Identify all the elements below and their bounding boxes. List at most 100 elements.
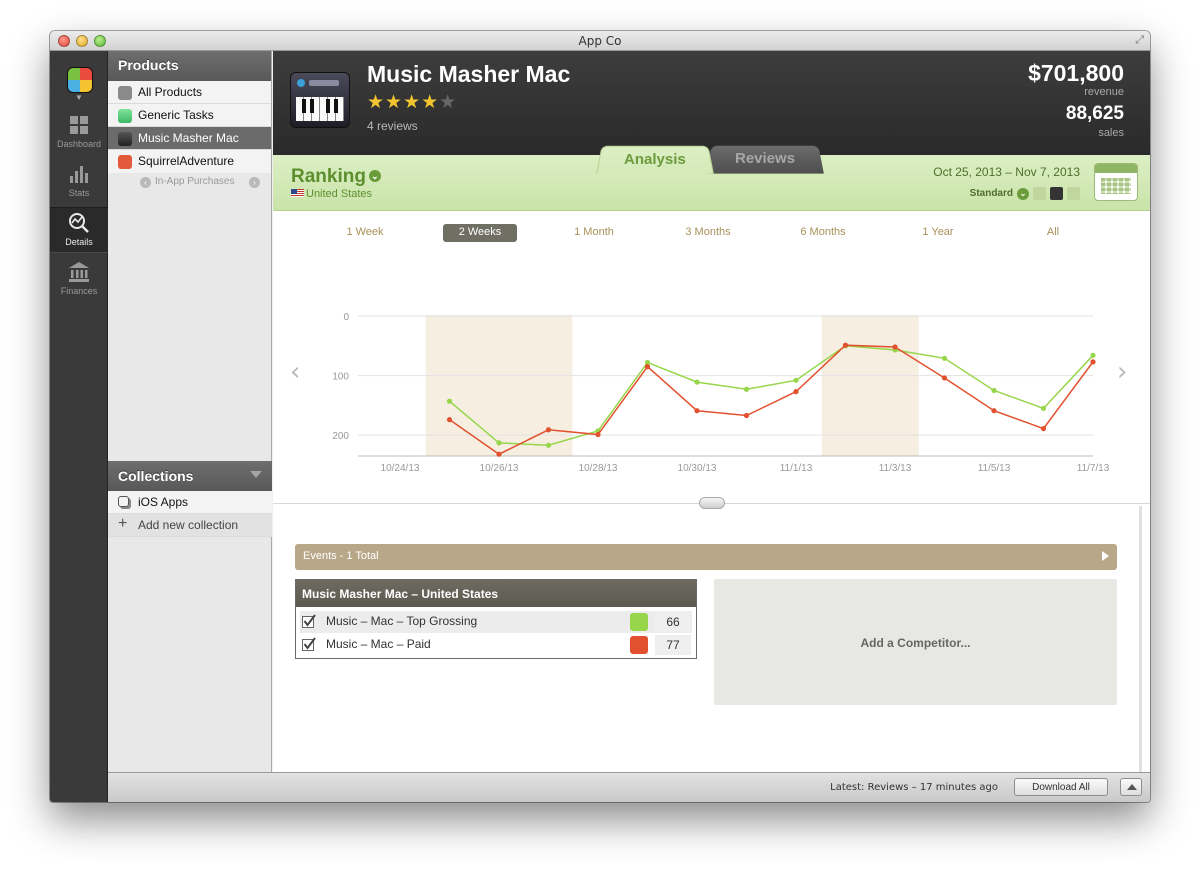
- squirrel-app-icon: [118, 155, 132, 169]
- range-3-months[interactable]: 3 Months: [671, 224, 745, 242]
- nav-label: Finances: [60, 286, 98, 296]
- ranking-title[interactable]: Ranking ⌄: [291, 166, 381, 188]
- product-title: Music Masher Mac: [367, 61, 571, 87]
- sidebar-item-all-products[interactable]: All Products: [108, 81, 271, 104]
- resize-handle[interactable]: [699, 497, 725, 509]
- data-point: [892, 344, 898, 350]
- data-point: [743, 386, 750, 392]
- bank-icon: [69, 262, 89, 282]
- color-swatch[interactable]: [630, 636, 648, 654]
- range-1-week[interactable]: 1 Week: [328, 224, 402, 242]
- calendar-icon[interactable]: [1094, 163, 1138, 201]
- data-point: [496, 440, 502, 446]
- ranking-bar: Reviews Analysis Ranking ⌄ United States …: [273, 145, 1150, 211]
- disclosure-triangle-icon[interactable]: [1102, 551, 1109, 561]
- series-legend: Music Masher Mac – United States Music –…: [295, 579, 697, 659]
- add-collection-label: Add new collection: [138, 518, 239, 532]
- add-collection-button[interactable]: + Add new collection: [108, 514, 272, 537]
- series-row[interactable]: Music – Mac – Paid 77: [300, 634, 692, 656]
- data-point: [793, 389, 799, 395]
- range-2-weeks[interactable]: 2 Weeks: [443, 224, 517, 242]
- range-all[interactable]: All: [1016, 224, 1090, 242]
- y-tick-label: 200: [332, 431, 349, 442]
- range-6-months[interactable]: 6 Months: [786, 224, 860, 242]
- collections-title: Collections: [118, 468, 194, 484]
- checkbox-checked-icon[interactable]: [302, 614, 316, 628]
- star-rating: ★★★★★: [367, 91, 457, 114]
- collections-list: iOS Apps + Add new collection: [108, 491, 272, 537]
- nav-details[interactable]: Details: [50, 207, 108, 253]
- tab-analysis[interactable]: Analysis: [596, 145, 714, 174]
- chevron-down-icon[interactable]: ⌄: [1017, 187, 1029, 200]
- star-icon: ★★★★: [367, 92, 440, 113]
- data-point: [694, 408, 700, 414]
- data-point: [842, 342, 849, 348]
- series-label: Music – Mac – Top Grossing: [326, 614, 478, 628]
- series-row[interactable]: Music – Mac – Top Grossing 66: [300, 611, 692, 633]
- x-tick-label: 11/5/13: [978, 463, 1011, 474]
- stack-icon: [118, 496, 129, 507]
- chevron-down-icon[interactable]: ⌄: [368, 170, 381, 182]
- add-competitor-button[interactable]: Add a Competitor...: [714, 579, 1117, 705]
- app-logo-icon[interactable]: [67, 67, 93, 93]
- area-mode-icon[interactable]: [1067, 187, 1080, 200]
- collection-item-ios-apps[interactable]: iOS Apps: [108, 491, 272, 514]
- time-range-selector: 1 Week 2 Weeks 1 Month 3 Months 6 Months…: [273, 211, 1150, 251]
- data-point: [991, 408, 997, 414]
- product-icon: [290, 72, 350, 128]
- nav-stats[interactable]: Stats: [50, 158, 108, 204]
- sales-label: sales: [1098, 127, 1124, 139]
- color-swatch[interactable]: [630, 613, 648, 631]
- mode-label[interactable]: Standard: [970, 188, 1013, 199]
- nav-label: Dashboard: [56, 139, 102, 149]
- bar-chart-icon: [70, 166, 88, 183]
- data-point: [1090, 359, 1096, 365]
- tab-label: Reviews: [735, 150, 795, 167]
- app-window: App Co ⤢ ▼ Dashboard Stats Details Finan…: [50, 31, 1150, 802]
- data-point: [644, 364, 651, 370]
- chevron-down-icon[interactable]: ▼: [75, 93, 83, 102]
- data-point: [545, 427, 552, 433]
- download-all-button[interactable]: Download All: [1014, 778, 1108, 796]
- data-point: [941, 375, 948, 381]
- sidebar-item-label: SquirrelAdventure: [138, 154, 235, 168]
- data-point: [793, 377, 799, 383]
- line-mode-icon[interactable]: [1050, 187, 1063, 200]
- data-point: [595, 431, 601, 438]
- nav-bar: ▼ Dashboard Stats Details Finances: [50, 51, 108, 802]
- events-bar[interactable]: Events - 1 Total: [295, 544, 1117, 570]
- bar-mode-icon[interactable]: [1033, 187, 1046, 200]
- ranking-chart: 0 100 200 10/24/13 10/26/13 10/28/13 10/30/13 1…: [332, 312, 1109, 474]
- y-tick-label: 0: [343, 312, 349, 323]
- tab-reviews[interactable]: Reviews: [706, 145, 824, 174]
- sidebar-item-squirreladventure[interactable]: SquirrelAdventure: [108, 150, 271, 173]
- data-point: [496, 451, 502, 457]
- toggle-panel-button[interactable]: [1120, 778, 1142, 796]
- collections-header[interactable]: Collections: [108, 461, 272, 491]
- dropdown-triangle-icon[interactable]: [250, 471, 262, 478]
- chevron-left-icon[interactable]: ‹: [140, 177, 151, 188]
- x-tick-label: 10/26/13: [480, 463, 519, 474]
- window-title: App Co: [578, 34, 622, 48]
- x-tick-label: 10/24/13: [381, 463, 420, 474]
- chevron-right-icon[interactable]: ›: [249, 177, 260, 188]
- x-tick-label: 10/28/13: [579, 463, 618, 474]
- range-1-year[interactable]: 1 Year: [901, 224, 975, 242]
- nav-finances[interactable]: Finances: [50, 256, 108, 302]
- scrollbar[interactable]: [1139, 506, 1142, 796]
- nav-label: Stats: [68, 188, 90, 198]
- country-selector[interactable]: United States: [291, 188, 372, 200]
- checkbox-checked-icon[interactable]: [302, 637, 316, 651]
- star-empty-icon: ★: [439, 92, 458, 113]
- sidebar-item-generic-tasks[interactable]: Generic Tasks: [108, 104, 271, 127]
- date-range: Oct 25, 2013 – Nov 7, 2013: [933, 165, 1080, 179]
- sidebar-item-in-app-purchases[interactable]: ‹ In-App Purchases ›: [108, 173, 271, 195]
- status-bar: Latest: Reviews – 17 minutes ago Downloa…: [108, 772, 1150, 802]
- sidebar-item-label: Generic Tasks: [138, 108, 214, 122]
- x-tick-label: 11/1/13: [780, 463, 813, 474]
- nav-dashboard[interactable]: Dashboard: [50, 109, 108, 155]
- sidebar-item-music-masher-mac[interactable]: Music Masher Mac: [108, 127, 271, 150]
- fullscreen-icon[interactable]: ⤢: [1135, 34, 1144, 47]
- range-1-month[interactable]: 1 Month: [557, 224, 631, 242]
- plus-icon: +: [118, 515, 128, 532]
